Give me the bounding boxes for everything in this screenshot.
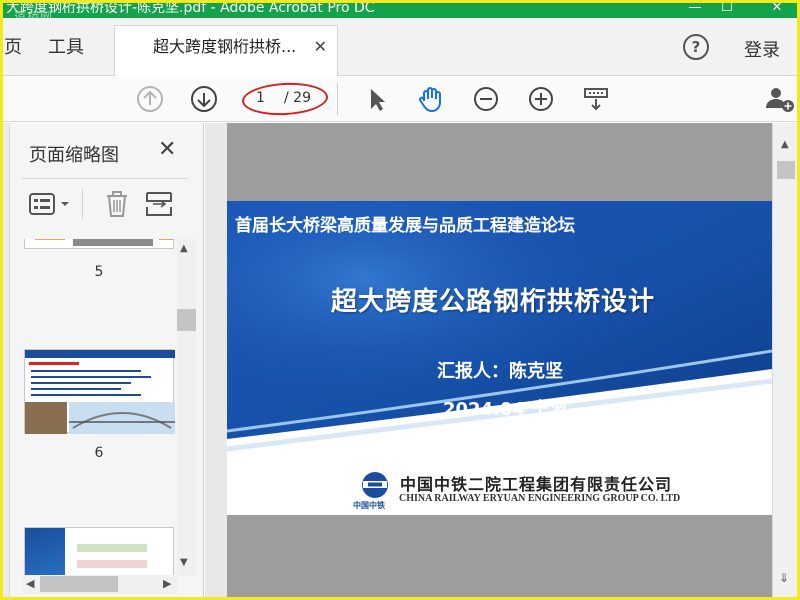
side-tabstrip xyxy=(0,123,10,600)
thumbnail-horizontal-scrollbar[interactable]: ◀ ▶ xyxy=(22,575,177,594)
login-button[interactable]: 登录 xyxy=(744,36,780,62)
date-location: 2024.04 宁波 xyxy=(443,399,568,420)
tab-document[interactable]: 超大跨度钢桁拱桥... ✕ xyxy=(114,25,338,76)
window-title: 大跨度钢桁拱桥设计-陈克坚.pdf - Adobe Acrobat Pro DC xyxy=(6,0,375,16)
title-bar: 大跨度钢桁拱桥设计-陈克坚.pdf - Adobe Acrobat Pro DC… xyxy=(0,0,800,24)
delete-page-icon[interactable] xyxy=(104,189,130,219)
zoom-out-icon[interactable] xyxy=(472,85,500,113)
panel-title: 页面缩略图 xyxy=(29,145,119,166)
toolbar-divider xyxy=(337,83,338,115)
pdf-page: 首届长大桥梁高质量发展与品质工程建造论坛 超大跨度公路钢桁拱桥设计 汇报人：陈克… xyxy=(227,201,772,515)
panel-divider xyxy=(22,178,188,179)
company-name-en: CHINA RAILWAY ERYUAN ENGINEERING GROUP C… xyxy=(399,493,681,504)
scrollbar-thumb[interactable] xyxy=(777,161,795,179)
slide-title: 超大跨度公路钢桁拱桥设计 xyxy=(331,287,656,317)
minimize-button[interactable]: — xyxy=(680,0,710,18)
hand-tool-icon[interactable] xyxy=(417,85,445,113)
thumbnail-panel: 页面缩略图 ✕ 5 6 ▲ ▼ ◀ ▶ xyxy=(0,123,204,600)
thumbnail-number: 5 xyxy=(94,264,104,280)
close-panel-icon[interactable]: ✕ xyxy=(158,137,176,162)
select-arrow-icon[interactable] xyxy=(363,85,391,113)
reporter: 汇报人：陈克坚 xyxy=(437,361,563,382)
thumbnail-number: 6 xyxy=(94,445,104,461)
document-vertical-scrollbar[interactable]: ▲ ⇓ xyxy=(772,123,800,600)
thumbnail-options-icon[interactable] xyxy=(28,189,74,219)
tab-document-label: 超大跨度钢桁拱桥... xyxy=(153,37,297,56)
thumbnail-vertical-scrollbar[interactable]: ▲ ▼ xyxy=(177,239,196,576)
add-user-icon[interactable] xyxy=(764,84,794,114)
insert-page-icon[interactable] xyxy=(145,189,173,219)
logo-label: 中国中铁 xyxy=(353,501,385,510)
next-page-icon[interactable] xyxy=(190,85,218,113)
previous-page-icon[interactable] xyxy=(136,85,164,113)
scrollbar-thumb[interactable] xyxy=(40,576,118,592)
thumbnail-page-5[interactable] xyxy=(24,239,174,249)
bridge-arch-thumbnail xyxy=(69,412,175,429)
thumbnail-page-7[interactable] xyxy=(24,527,174,576)
thumbnail-page-6[interactable] xyxy=(24,349,175,434)
forum-title: 首届长大桥梁高质量发展与品质工程建造论坛 xyxy=(235,216,575,236)
close-tab-icon[interactable]: ✕ xyxy=(314,26,327,68)
scroll-mode-icon[interactable] xyxy=(582,85,610,113)
tab-bar: 页 工具 超大跨度钢桁拱桥... ✕ xyxy=(0,18,800,76)
close-window-button[interactable]: ✕ xyxy=(762,0,792,18)
scrollbar-thumb[interactable] xyxy=(177,309,196,331)
help-icon[interactable]: ? xyxy=(683,34,709,60)
zoom-in-icon[interactable] xyxy=(527,85,555,113)
tab-home[interactable]: 页 xyxy=(4,28,22,68)
toolbar: 1 / 29 xyxy=(0,77,800,122)
thumbnail-list[interactable]: 5 6 xyxy=(22,239,176,576)
document-viewport[interactable]: 首届长大桥梁高质量发展与品质工程建造论坛 超大跨度公路钢桁拱桥设计 汇报人：陈克… xyxy=(205,123,772,600)
company-name-cn: 中国中铁二院工程集团有限责任公司 xyxy=(400,475,673,494)
page-navigator: 1 / 29 xyxy=(241,80,329,118)
maximize-button[interactable]: ☐ xyxy=(712,0,742,18)
red-highlight-oval xyxy=(241,80,329,118)
panel-tool-divider xyxy=(82,189,83,219)
tab-tools[interactable]: 工具 xyxy=(42,28,90,68)
